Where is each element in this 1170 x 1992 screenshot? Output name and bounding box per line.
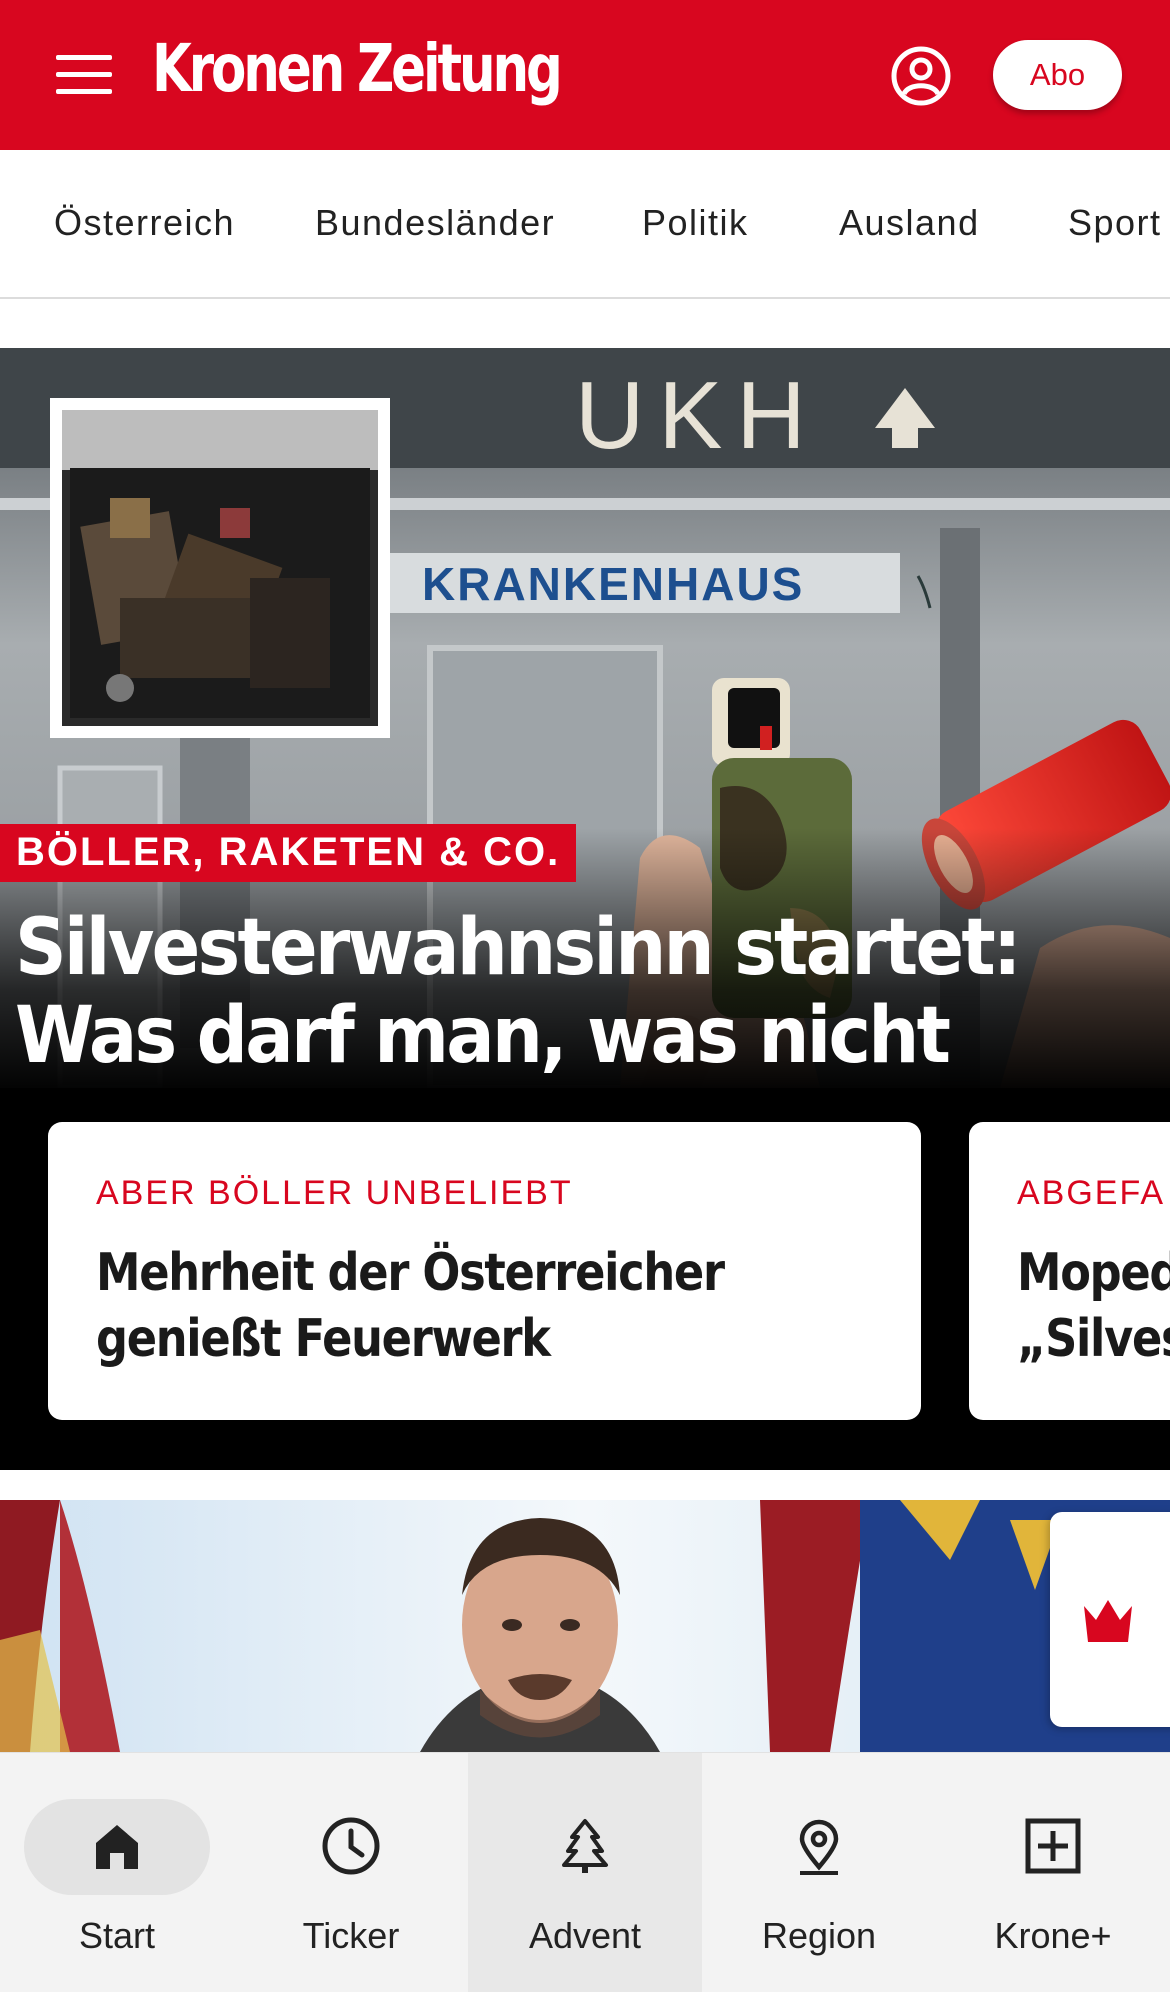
bottom-nav-label: Krone+: [994, 1915, 1112, 1956]
category-sport[interactable]: Sport: [1068, 202, 1162, 244]
bottom-nav-start[interactable]: Start: [0, 1753, 234, 1992]
tree-icon: [562, 1819, 608, 1873]
hero-article[interactable]: KRANKENHAUS UKH BÖLLER, RAKETEN & CO. Si…: [0, 348, 1170, 1470]
krone-plus-badge[interactable]: [1050, 1512, 1170, 1727]
account-icon[interactable]: [890, 45, 952, 107]
category-oesterreich[interactable]: Österreich: [54, 202, 235, 244]
page: Kronen Zeitung Abo Österreich Bundesländ…: [0, 0, 1170, 1992]
menu-icon[interactable]: [56, 55, 112, 95]
related-article-title: Mehrheit der Österreicher genießt Feuerw…: [96, 1243, 725, 1369]
bottom-nav-label: Ticker: [302, 1915, 400, 1956]
bottom-nav-advent[interactable]: Advent: [468, 1753, 702, 1992]
plus-box-icon: [1025, 1818, 1081, 1874]
bottom-nav-region[interactable]: Region: [702, 1753, 936, 1992]
hero-image-ukh-text: UKH: [575, 362, 820, 469]
bottom-nav-kroneplus[interactable]: Krone+: [936, 1753, 1170, 1992]
bottom-nav-ticker[interactable]: Ticker: [234, 1753, 468, 1992]
category-ausland[interactable]: Ausland: [839, 202, 980, 244]
article-teaser-image[interactable]: [0, 1500, 1170, 1752]
clock-icon: [322, 1817, 380, 1875]
bottom-nav-label: Start: [78, 1915, 156, 1956]
hero-headline[interactable]: Silvesterwahnsinn startet: Was darf man,…: [15, 904, 1045, 1080]
related-article-kicker: ABER BÖLLER UNBELIEBT: [96, 1174, 573, 1212]
site-logo[interactable]: Kronen Zeitung: [152, 36, 563, 102]
category-politik[interactable]: Politik: [642, 202, 749, 244]
category-nav: Österreich Bundesländer Politik Ausland …: [0, 150, 1170, 299]
crown-icon: [1084, 1600, 1132, 1642]
hero-image-sign-text: KRANKENHAUS: [422, 558, 804, 610]
related-article-card[interactable]: ABER BÖLLER UNBELIEBT Mehrheit der Öster…: [48, 1122, 921, 1420]
top-header: Kronen Zeitung Abo: [0, 0, 1170, 150]
home-icon: [96, 1825, 138, 1869]
bottom-nav-label: Region: [761, 1915, 877, 1956]
related-article-title: Moped „Silves: [1017, 1243, 1170, 1369]
related-article-kicker: ABGEFA: [1017, 1174, 1166, 1212]
bottom-nav: Start Ticker Advent Region Krone+: [0, 1752, 1170, 1992]
related-article-card[interactable]: ABGEFA Moped „Silves: [969, 1122, 1170, 1420]
category-bundeslaender[interactable]: Bundesländer: [315, 202, 555, 244]
abo-button[interactable]: Abo: [993, 40, 1122, 110]
hero-kicker: BÖLLER, RAKETEN & CO.: [0, 824, 577, 882]
bottom-nav-label: Advent: [528, 1915, 642, 1956]
location-pin-icon: [799, 1819, 839, 1875]
